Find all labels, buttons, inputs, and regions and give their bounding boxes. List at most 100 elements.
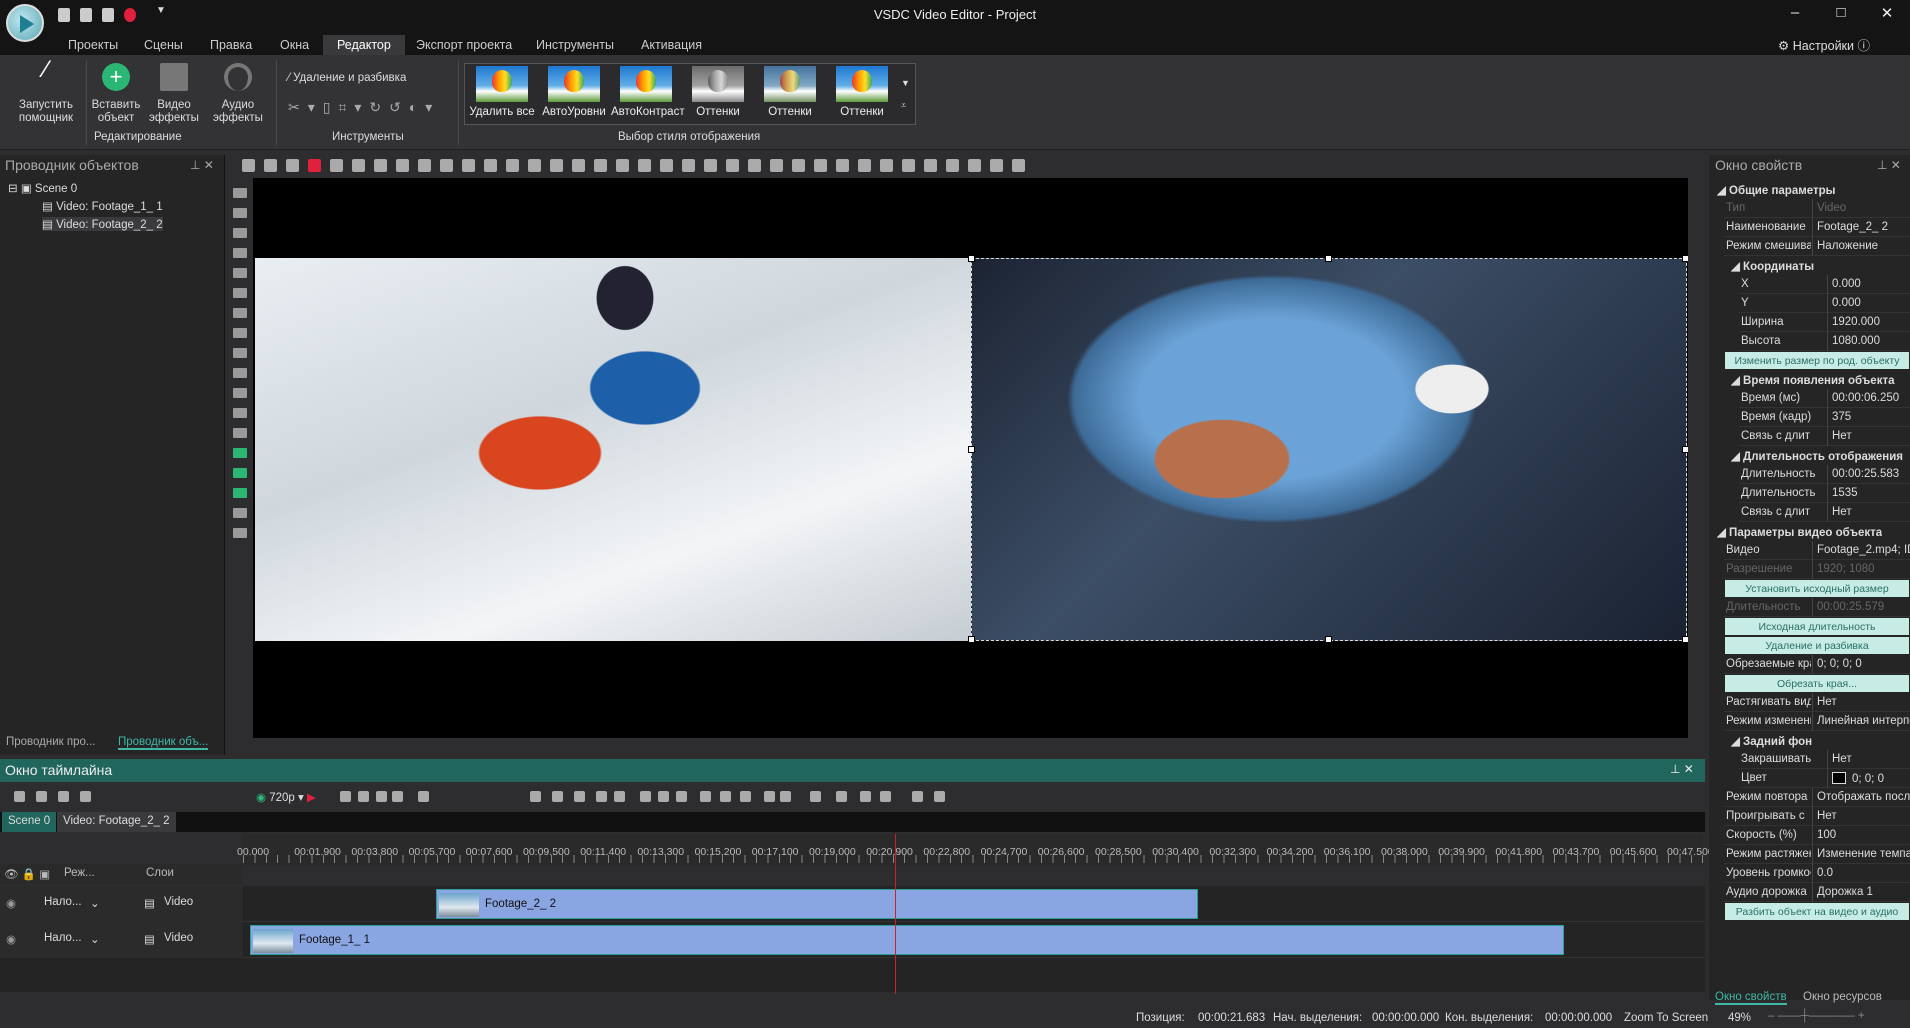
property-row[interactable]: Режим смешивания Наложение [1724, 237, 1910, 256]
property-row[interactable]: Режим повтора Отображать посл [1724, 788, 1910, 807]
property-section[interactable]: ◢ Длительность отображения [1725, 446, 1910, 465]
preview-tool-icon[interactable] [616, 159, 629, 172]
property-value[interactable]: 1080.000 [1832, 335, 1880, 347]
preview-tool-icon[interactable] [418, 159, 431, 172]
playhead[interactable] [895, 834, 896, 994]
timeline-tool-icon[interactable] [640, 791, 651, 802]
tab-editor[interactable]: Редактор [323, 35, 405, 55]
preview-tool-icon[interactable] [858, 159, 871, 172]
timeline-tool-icon[interactable] [860, 791, 871, 802]
timeline-tool-icon[interactable] [574, 791, 585, 802]
property-value[interactable]: Нет [1817, 810, 1837, 822]
preview-tool-icon[interactable] [242, 159, 255, 172]
preview-tool-icon[interactable] [836, 159, 849, 172]
preview-tool-icon[interactable] [352, 159, 365, 172]
timeline-tool-icon[interactable] [340, 791, 351, 802]
property-value[interactable]: 1920.000 [1832, 316, 1880, 328]
property-value[interactable]: Линейная интерпол [1817, 715, 1910, 727]
tab-resources[interactable]: Окно ресурсов [1803, 991, 1882, 1003]
preview-tool-icon[interactable] [770, 159, 783, 172]
tab-tools[interactable]: Инструменты [522, 35, 628, 55]
timeline-tool-icon[interactable] [530, 791, 541, 802]
property-action-button[interactable]: Обрезать края... [1724, 674, 1910, 693]
property-value[interactable]: Нет [1832, 506, 1852, 518]
draw-tool-icon[interactable] [233, 288, 247, 298]
preview-tool-icon[interactable] [792, 159, 805, 172]
timeline-tool-icon[interactable] [552, 791, 563, 802]
tools-icons[interactable]: ✂▾▯⌗▾↻↺◐▾ [288, 99, 440, 116]
timeline-tool-icon[interactable] [596, 791, 607, 802]
draw-tool-icon[interactable] [233, 388, 247, 398]
property-row[interactable]: Ширина 1920.000 [1739, 313, 1910, 332]
timeline-tool-icon[interactable] [912, 791, 923, 802]
preview-tool-icon[interactable] [550, 159, 563, 172]
pin-close-icons[interactable]: ⊥ ✕ [1877, 158, 1901, 172]
style-remove-all[interactable]: Удалить все [467, 66, 537, 118]
timeline-tool-icon[interactable] [836, 791, 847, 802]
preview-tool-icon[interactable] [902, 159, 915, 172]
preview-tool-icon[interactable] [484, 159, 497, 172]
property-row[interactable]: Режим растяжения Изменение темпа [1724, 845, 1910, 864]
tab-export[interactable]: Экспорт проекта [402, 35, 526, 55]
timeline-tool-icon[interactable] [764, 791, 775, 802]
tab-scenes[interactable]: Сцены [130, 35, 197, 55]
property-row[interactable]: Наименование Footage_2_ 2 [1724, 218, 1910, 237]
preview-tool-icon[interactable] [462, 159, 475, 172]
preview-tool-icon[interactable] [1012, 159, 1025, 172]
property-row[interactable]: Y 0.000 [1739, 294, 1910, 313]
property-section[interactable]: ◢ Общие параметры [1711, 180, 1897, 199]
property-value[interactable]: Нет [1832, 753, 1852, 765]
tree-item-selected[interactable]: ▤ Video: Footage_2_ 2 [42, 217, 163, 231]
preview-tool-icon[interactable] [880, 159, 893, 172]
preview-tool-icon[interactable] [946, 159, 959, 172]
zoom-to-screen-button[interactable]: Zoom To Screen [1624, 1012, 1708, 1024]
blend-mode-dropdown[interactable]: Нало... [44, 896, 82, 908]
preview-tool-icon[interactable] [924, 159, 937, 172]
property-row[interactable]: Разрешение 1920; 1080 [1724, 560, 1910, 579]
property-row[interactable]: Связь с длит Нет [1739, 427, 1910, 446]
timeline-tool-icon[interactable] [358, 791, 369, 802]
tab-edit[interactable]: Правка [196, 35, 266, 55]
preview-tool-icon[interactable] [396, 159, 409, 172]
timeline-scrollbar[interactable] [0, 992, 1705, 1004]
settings-button[interactable]: ⚙ Настройки ⓘ [1778, 35, 1870, 54]
property-row[interactable]: Цвет 0; 0; 0 [1739, 769, 1910, 788]
preview-tool-icon[interactable] [968, 159, 981, 172]
video-effects-button[interactable]: Видео эффекты [144, 63, 204, 125]
resize-handle[interactable] [968, 255, 975, 262]
clip-footage-1[interactable]: Footage_1_ 1 [250, 925, 1564, 955]
property-row[interactable]: X 0.000 [1739, 275, 1910, 294]
draw-tool-icon[interactable] [233, 228, 247, 238]
timeline-tab-scene[interactable]: Scene 0 [2, 812, 57, 832]
property-row[interactable]: Длительность 00:00:25.579 [1724, 598, 1910, 617]
preview-tool-icon[interactable] [638, 159, 651, 172]
zoom-slider[interactable]: – ——┼———— + [1768, 1010, 1865, 1022]
preview-tool-icon[interactable] [748, 159, 761, 172]
property-row[interactable]: Время (кадр) 375 [1739, 408, 1910, 427]
close-button[interactable]: ✕ [1872, 4, 1902, 26]
property-action-button[interactable]: Исходная длительность [1724, 617, 1910, 636]
property-section[interactable]: ◢ Координаты [1725, 256, 1910, 275]
clip-footage-2[interactable]: Footage_2_ 2 [436, 889, 1198, 919]
chevron-down-icon[interactable]: ⌄ [90, 932, 100, 946]
property-value[interactable]: Отображать посл [1817, 791, 1910, 803]
timeline-tool-icon[interactable] [58, 791, 69, 802]
cut-split-button[interactable]: ⁄ Удаление и разбивка [288, 72, 406, 84]
timeline-tool-icon[interactable] [740, 791, 751, 802]
timeline-tool-icon[interactable] [14, 791, 25, 802]
pin-icon[interactable]: ⊥ ✕ [190, 158, 214, 172]
timeline-tool-icon[interactable] [676, 791, 687, 802]
color-swatch[interactable] [1832, 772, 1846, 784]
blend-mode-dropdown[interactable]: Нало... [44, 932, 82, 944]
timeline-tool-icon[interactable] [720, 791, 731, 802]
tab-activation[interactable]: Активация [627, 35, 716, 55]
preview-vertical-scrollbar[interactable] [1688, 178, 1702, 738]
property-value[interactable]: 1535 [1832, 487, 1858, 499]
property-value[interactable]: Video [1817, 202, 1846, 214]
property-value[interactable]: Footage_2.mp4; ID [1817, 544, 1910, 556]
preview-tool-icon[interactable] [660, 159, 673, 172]
timeline-tool-icon[interactable] [418, 791, 429, 802]
chevron-down-icon[interactable]: ⌄ [90, 896, 100, 910]
preview-tool-icon[interactable] [594, 159, 607, 172]
draw-tool-icon[interactable] [233, 248, 247, 258]
